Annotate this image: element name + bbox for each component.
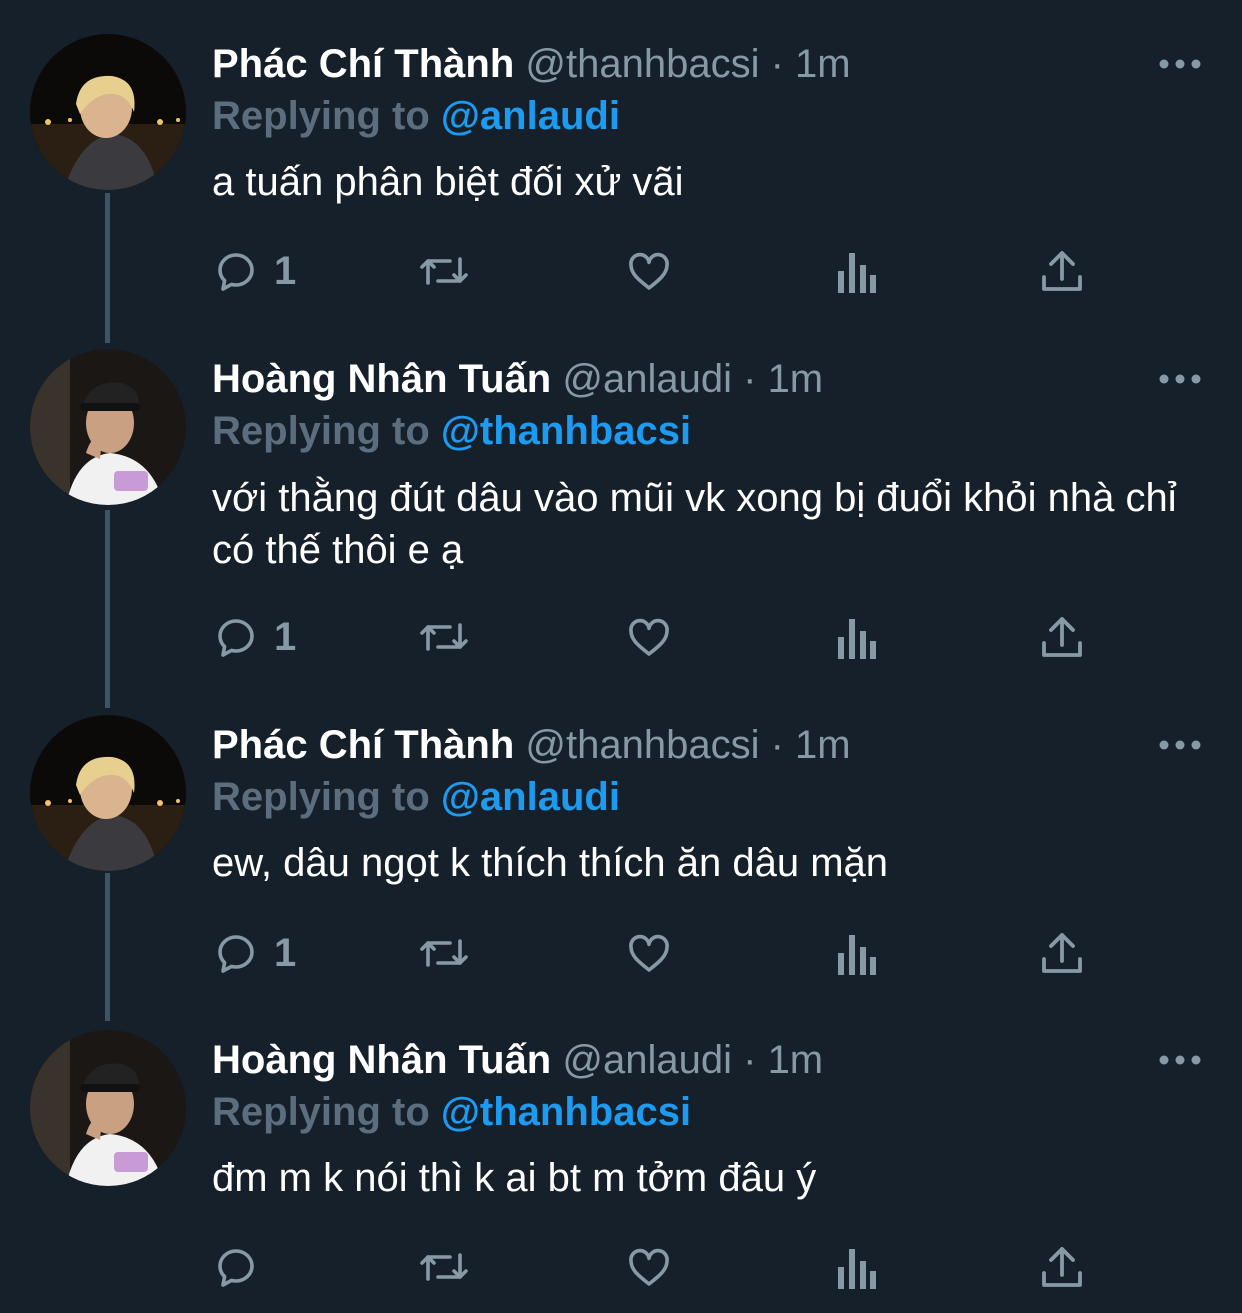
more-icon[interactable]: [1158, 54, 1202, 74]
tweet[interactable]: Phác Chí Thành @thanhbacsi · 1m Replying…: [0, 715, 1242, 1015]
tweet-text: a tuấn phân biệt đối xử vãi: [212, 160, 684, 204]
user-handle[interactable]: @thanhbacsi: [525, 723, 759, 767]
share-button[interactable]: [1040, 610, 1084, 664]
tweet-header: Hoàng Nhân Tuấn @anlaudi · 1m: [212, 349, 823, 409]
tweet-text: đm m k nói thì k ai bt m tởm đâu ý: [212, 1156, 817, 1200]
reply-count: 1: [274, 249, 297, 293]
separator-dot: ·: [743, 357, 757, 401]
timestamp[interactable]: 1m: [795, 42, 851, 86]
retweet-icon: [420, 1253, 468, 1281]
tweet[interactable]: Hoàng Nhân Tuấn @anlaudi · 1m Replying t…: [0, 1030, 1242, 1313]
retweet-button[interactable]: [416, 244, 472, 298]
share-icon: [1042, 1247, 1082, 1287]
share-icon: [1042, 251, 1082, 291]
timestamp[interactable]: 1m: [768, 357, 824, 401]
reply-count: 1: [274, 931, 297, 975]
user-handle[interactable]: @thanhbacsi: [525, 42, 759, 86]
reply-button[interactable]: 1: [212, 926, 296, 980]
like-button[interactable]: [625, 1240, 673, 1294]
like-button[interactable]: [625, 244, 673, 298]
share-icon: [1042, 617, 1082, 657]
display-name[interactable]: Phác Chí Thành: [212, 723, 514, 767]
separator-dot: ·: [770, 42, 784, 86]
analytics-icon: [838, 253, 876, 293]
share-button[interactable]: [1040, 244, 1084, 298]
action-bar: 1: [212, 926, 1112, 980]
analytics-button[interactable]: [836, 1240, 876, 1294]
user-handle[interactable]: @anlaudi: [562, 1038, 732, 1082]
retweet-button[interactable]: [416, 1240, 472, 1294]
reply-icon: [218, 1249, 254, 1287]
more-icon[interactable]: [1158, 735, 1202, 755]
like-icon: [629, 934, 669, 972]
avatar[interactable]: [30, 349, 186, 505]
replying-label: Replying to: [212, 409, 430, 453]
reply-button[interactable]: [212, 1240, 274, 1294]
replying-label: Replying to: [212, 775, 430, 819]
reply-icon: [218, 253, 254, 291]
replying-to: Replying to @thanhbacsi: [212, 1084, 691, 1140]
timestamp[interactable]: 1m: [795, 723, 851, 767]
tweet-header: Phác Chí Thành @thanhbacsi · 1m: [212, 715, 851, 775]
reply-button[interactable]: 1: [212, 244, 296, 298]
action-bar: 1: [212, 610, 1112, 664]
separator-dot: ·: [743, 1038, 757, 1082]
replying-handle-link[interactable]: @thanhbacsi: [441, 409, 691, 453]
analytics-button[interactable]: [836, 244, 876, 298]
analytics-icon: [838, 935, 876, 975]
replying-to: Replying to @thanhbacsi: [212, 403, 691, 459]
replying-handle-link[interactable]: @anlaudi: [441, 94, 620, 138]
replying-handle-link[interactable]: @thanhbacsi: [441, 1090, 691, 1134]
more-icon[interactable]: [1158, 369, 1202, 389]
share-button[interactable]: [1040, 1240, 1084, 1294]
like-button[interactable]: [625, 926, 673, 980]
share-button[interactable]: [1040, 926, 1084, 980]
tweet-text: với thằng đút dâu vào mũi vk xong bị đuổ…: [212, 476, 1177, 572]
avatar[interactable]: [30, 34, 186, 190]
display-name[interactable]: Hoàng Nhân Tuấn: [212, 357, 551, 401]
avatar[interactable]: [30, 1030, 186, 1186]
action-bar: [212, 1240, 1112, 1294]
replying-handle-link[interactable]: @anlaudi: [441, 775, 620, 819]
tweet-text: ew, dâu ngọt k thích thích ăn dâu mặn: [212, 841, 889, 885]
display-name[interactable]: Hoàng Nhân Tuấn: [212, 1038, 551, 1082]
tweet[interactable]: Phác Chí Thành @thanhbacsi · 1m Replying…: [0, 34, 1242, 334]
retweet-icon: [420, 939, 468, 967]
like-button[interactable]: [625, 610, 673, 664]
like-icon: [629, 252, 669, 290]
reply-count: 1: [274, 615, 297, 659]
share-icon: [1042, 933, 1082, 973]
retweet-button[interactable]: [416, 926, 472, 980]
reply-button[interactable]: 1: [212, 610, 296, 664]
tweet-header: Phác Chí Thành @thanhbacsi · 1m: [212, 34, 851, 94]
analytics-icon: [838, 1249, 876, 1289]
analytics-button[interactable]: [836, 610, 876, 664]
retweet-button[interactable]: [416, 610, 472, 664]
replying-to: Replying to @anlaudi: [212, 88, 620, 144]
replying-label: Replying to: [212, 1090, 430, 1134]
separator-dot: ·: [770, 723, 784, 767]
more-icon[interactable]: [1158, 1050, 1202, 1070]
reply-icon: [218, 935, 254, 973]
tweet-header: Hoàng Nhân Tuấn @anlaudi · 1m: [212, 1030, 823, 1090]
avatar[interactable]: [30, 715, 186, 871]
user-handle[interactable]: @anlaudi: [562, 357, 732, 401]
tweet[interactable]: Hoàng Nhân Tuấn @anlaudi · 1m Replying t…: [0, 349, 1242, 679]
reply-icon: [218, 619, 254, 657]
like-icon: [629, 618, 669, 656]
display-name[interactable]: Phác Chí Thành: [212, 42, 514, 86]
timestamp[interactable]: 1m: [768, 1038, 824, 1082]
analytics-button[interactable]: [836, 926, 876, 980]
like-icon: [629, 1248, 669, 1286]
analytics-icon: [838, 619, 876, 659]
replying-to: Replying to @anlaudi: [212, 769, 620, 825]
retweet-icon: [420, 257, 468, 285]
replying-label: Replying to: [212, 94, 430, 138]
action-bar: 1: [212, 244, 1112, 298]
retweet-icon: [420, 623, 468, 651]
